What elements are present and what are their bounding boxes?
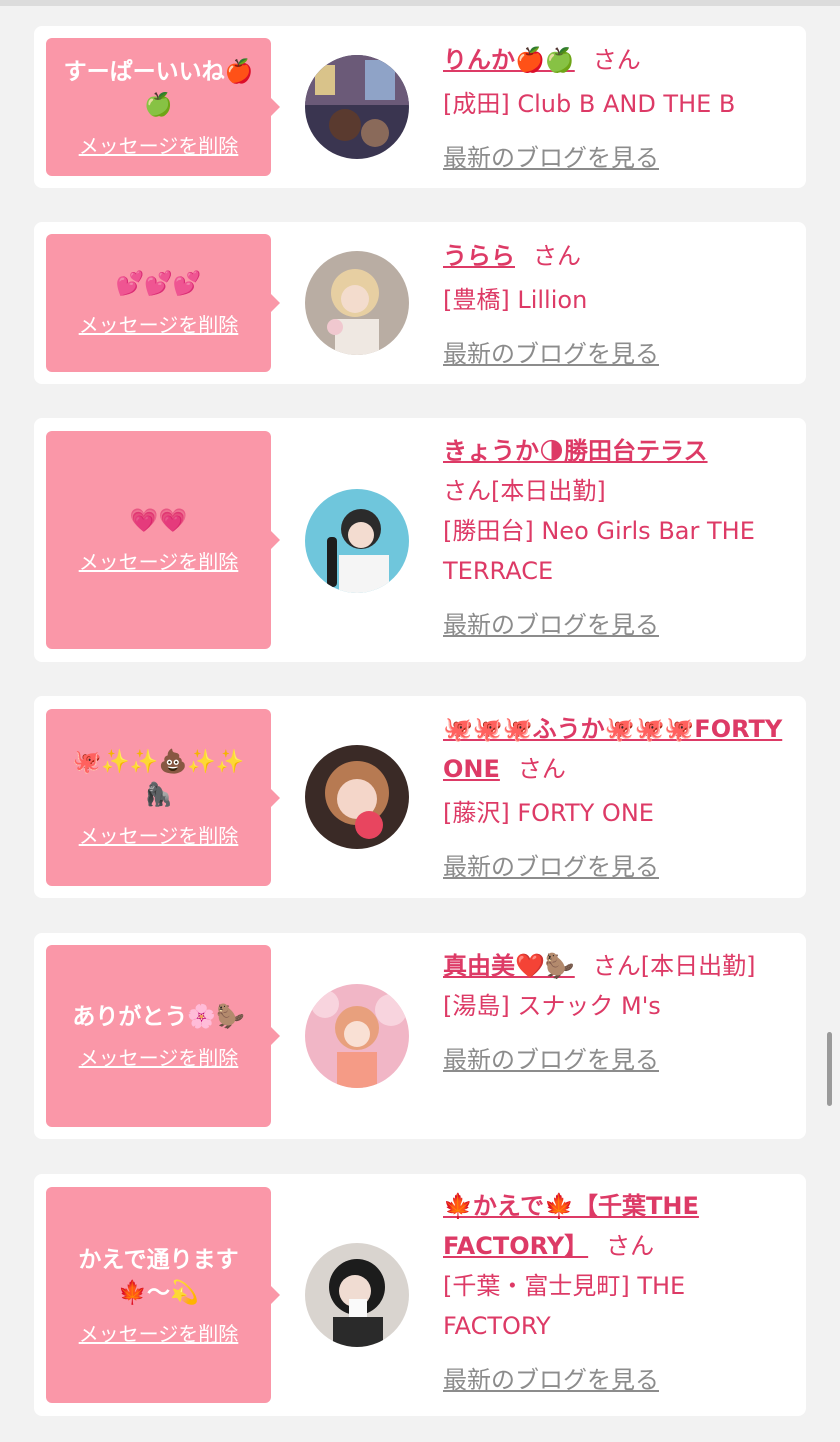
avatar[interactable] (305, 251, 409, 355)
message-bubble: 💗💗 メッセージを削除 (46, 431, 280, 649)
shop-name: [藤沢] FORTY ONE (443, 799, 654, 827)
message-text: ありがとう🌸🦫 (72, 1004, 245, 1030)
message-bubble: 💕💕💕 メッセージを削除 (46, 234, 280, 372)
message-bubble: かえで通ります🍁〜💫 メッセージを削除 (46, 1187, 280, 1403)
message-bubble: ありがとう🌸🦫 メッセージを削除 (46, 945, 280, 1127)
cast-name-link[interactable]: きょうか🌗勝田台テラス (443, 437, 708, 465)
message-text: 💕💕💕 (115, 271, 202, 297)
shop-name: [湯島] スナック M's (443, 992, 661, 1020)
avatar[interactable] (305, 55, 409, 159)
latest-blog-link[interactable]: 最新のブログを見る (443, 1360, 659, 1400)
honorific: さん (443, 477, 491, 505)
cast-name-link[interactable]: 真由美❤️🦫 (443, 952, 575, 980)
scrollbar[interactable] (827, 1032, 832, 1106)
message-text: かえで通ります🍁〜💫 (78, 1246, 239, 1306)
cast-name-link[interactable]: 🍁かえで🍁【千葉THE FACTORY】 (443, 1192, 699, 1260)
honorific: さん (517, 755, 566, 783)
delete-message-link[interactable]: メッセージを削除 (79, 130, 239, 159)
shop-name: [千葉・富士見町] THE FACTORY (443, 1272, 686, 1340)
cast-name-link[interactable]: うらら (443, 242, 515, 270)
cast-info: 🐙🐙🐙ふうか🐙🐙🐙FORTY ONE さん [藤沢] FORTY ONE 最新のブ… (443, 709, 793, 887)
message-bubble: 🐙✨✨💩✨✨🦍 メッセージを削除 (46, 709, 280, 886)
avatar[interactable] (305, 984, 409, 1088)
latest-blog-link[interactable]: 最新のブログを見る (443, 1040, 659, 1080)
latest-blog-link[interactable]: 最新のブログを見る (443, 605, 659, 645)
message-text: 🐙✨✨💩✨✨🦍 (72, 749, 245, 808)
avatar[interactable] (305, 745, 409, 849)
attendance-status: [本日出勤] (640, 952, 756, 980)
message-text: すーぱーいいね🍎🍏 (63, 58, 254, 118)
message-card: 💕💕💕 メッセージを削除 うらら さん [豊橋] Lillion 最新のブログを見… (34, 222, 806, 384)
latest-blog-link[interactable]: 最新のブログを見る (443, 138, 659, 178)
message-card: 💗💗 メッセージを削除 きょうか🌗勝田台テラス さん[本日出勤] [勝田台] N… (34, 418, 806, 662)
delete-message-link[interactable]: メッセージを削除 (79, 309, 239, 338)
shop-name: [成田] Club B AND THE B (443, 90, 736, 118)
top-edge (0, 0, 840, 6)
latest-blog-link[interactable]: 最新のブログを見る (443, 334, 659, 374)
cast-info: きょうか🌗勝田台テラス さん[本日出勤] [勝田台] Neo Girls Bar… (443, 431, 793, 645)
honorific: さん (592, 952, 641, 980)
shop-name: [勝田台] Neo Girls Bar THE TERRACE (443, 517, 755, 585)
message-card: すーぱーいいね🍎🍏 メッセージを削除 りんか🍎🍏 さん [成田] Club B A… (34, 26, 806, 188)
shop-name: [豊橋] Lillion (443, 286, 588, 314)
cast-info: りんか🍎🍏 さん [成田] Club B AND THE B 最新のブログを見る (443, 40, 793, 178)
attendance-status: [本日出勤] (491, 477, 606, 505)
delete-message-link[interactable]: メッセージを削除 (79, 1042, 239, 1071)
message-card: かえで通ります🍁〜💫 メッセージを削除 🍁かえで🍁【千葉THE FACTORY】… (34, 1174, 806, 1416)
avatar[interactable] (305, 1243, 409, 1347)
cast-name-link[interactable]: 🐙🐙🐙ふうか🐙🐙🐙FORTY ONE (443, 715, 782, 783)
message-card: ありがとう🌸🦫 メッセージを削除 真由美❤️🦫 さん[本日出勤] [湯島] スナッ… (34, 933, 806, 1139)
message-card: 🐙✨✨💩✨✨🦍 メッセージを削除 🐙🐙🐙ふうか🐙🐙🐙FORTY ONE さん [藤… (34, 696, 806, 898)
latest-blog-link[interactable]: 最新のブログを見る (443, 847, 659, 887)
message-bubble: すーぱーいいね🍎🍏 メッセージを削除 (46, 38, 280, 176)
delete-message-link[interactable]: メッセージを削除 (79, 546, 239, 575)
delete-message-link[interactable]: メッセージを削除 (79, 820, 239, 849)
cast-name-link[interactable]: りんか🍎🍏 (443, 46, 575, 74)
honorific: さん (533, 242, 581, 270)
avatar[interactable] (305, 489, 409, 593)
delete-message-link[interactable]: メッセージを削除 (79, 1318, 239, 1347)
cast-info: うらら さん [豊橋] Lillion 最新のブログを見る (443, 236, 793, 374)
message-text: 💗💗 (129, 508, 188, 534)
cast-info: 🍁かえで🍁【千葉THE FACTORY】 さん [千葉・富士見町] THE FAC… (443, 1186, 793, 1400)
cast-info: 真由美❤️🦫 さん[本日出勤] [湯島] スナック M's 最新のブログを見る (443, 946, 793, 1080)
honorific: さん (606, 1232, 655, 1260)
honorific: さん (592, 46, 641, 74)
